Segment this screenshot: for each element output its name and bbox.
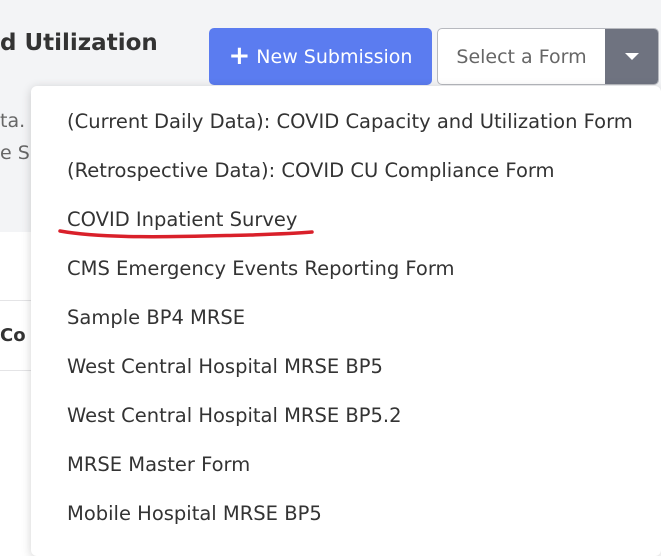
dropdown-item-mrse-master-form[interactable]: MRSE Master Form bbox=[67, 450, 250, 480]
plus-icon: + bbox=[228, 40, 251, 71]
caret-down-icon bbox=[624, 53, 639, 60]
dropdown-item-west-central-bp5[interactable]: West Central Hospital MRSE BP5 bbox=[67, 352, 383, 382]
dropdown-item-west-central-bp5-2[interactable]: West Central Hospital MRSE BP5.2 bbox=[67, 401, 402, 431]
new-submission-label: New Submission bbox=[256, 45, 413, 68]
new-submission-button[interactable]: + New Submission bbox=[209, 28, 432, 85]
select-form-dropdown[interactable]: Select a Form bbox=[437, 28, 659, 85]
dropdown-toggle-button[interactable] bbox=[605, 29, 658, 84]
dropdown-item-cms-emergency-events[interactable]: CMS Emergency Events Reporting Form bbox=[67, 254, 455, 284]
page-title: d Utilization bbox=[0, 30, 158, 56]
dropdown-item-mobile-hospital-bp5[interactable]: Mobile Hospital MRSE BP5 bbox=[67, 499, 322, 529]
dropdown-item-covid-capacity-form[interactable]: (Current Daily Data): COVID Capacity and… bbox=[67, 107, 633, 137]
page-description-fragment-2: e S bbox=[0, 142, 30, 164]
form-dropdown-menu: (Current Daily Data): COVID Capacity and… bbox=[31, 86, 661, 556]
dropdown-item-covid-inpatient-survey[interactable]: COVID Inpatient Survey bbox=[67, 205, 297, 235]
table-column-header[interactable]: Co bbox=[0, 325, 26, 346]
dropdown-item-sample-bp4-mrse[interactable]: Sample BP4 MRSE bbox=[67, 303, 245, 333]
select-form-value[interactable]: Select a Form bbox=[438, 29, 605, 84]
dropdown-item-covid-cu-compliance-form[interactable]: (Retrospective Data): COVID CU Complianc… bbox=[67, 156, 555, 186]
page-description-fragment: ta. bbox=[0, 110, 26, 132]
